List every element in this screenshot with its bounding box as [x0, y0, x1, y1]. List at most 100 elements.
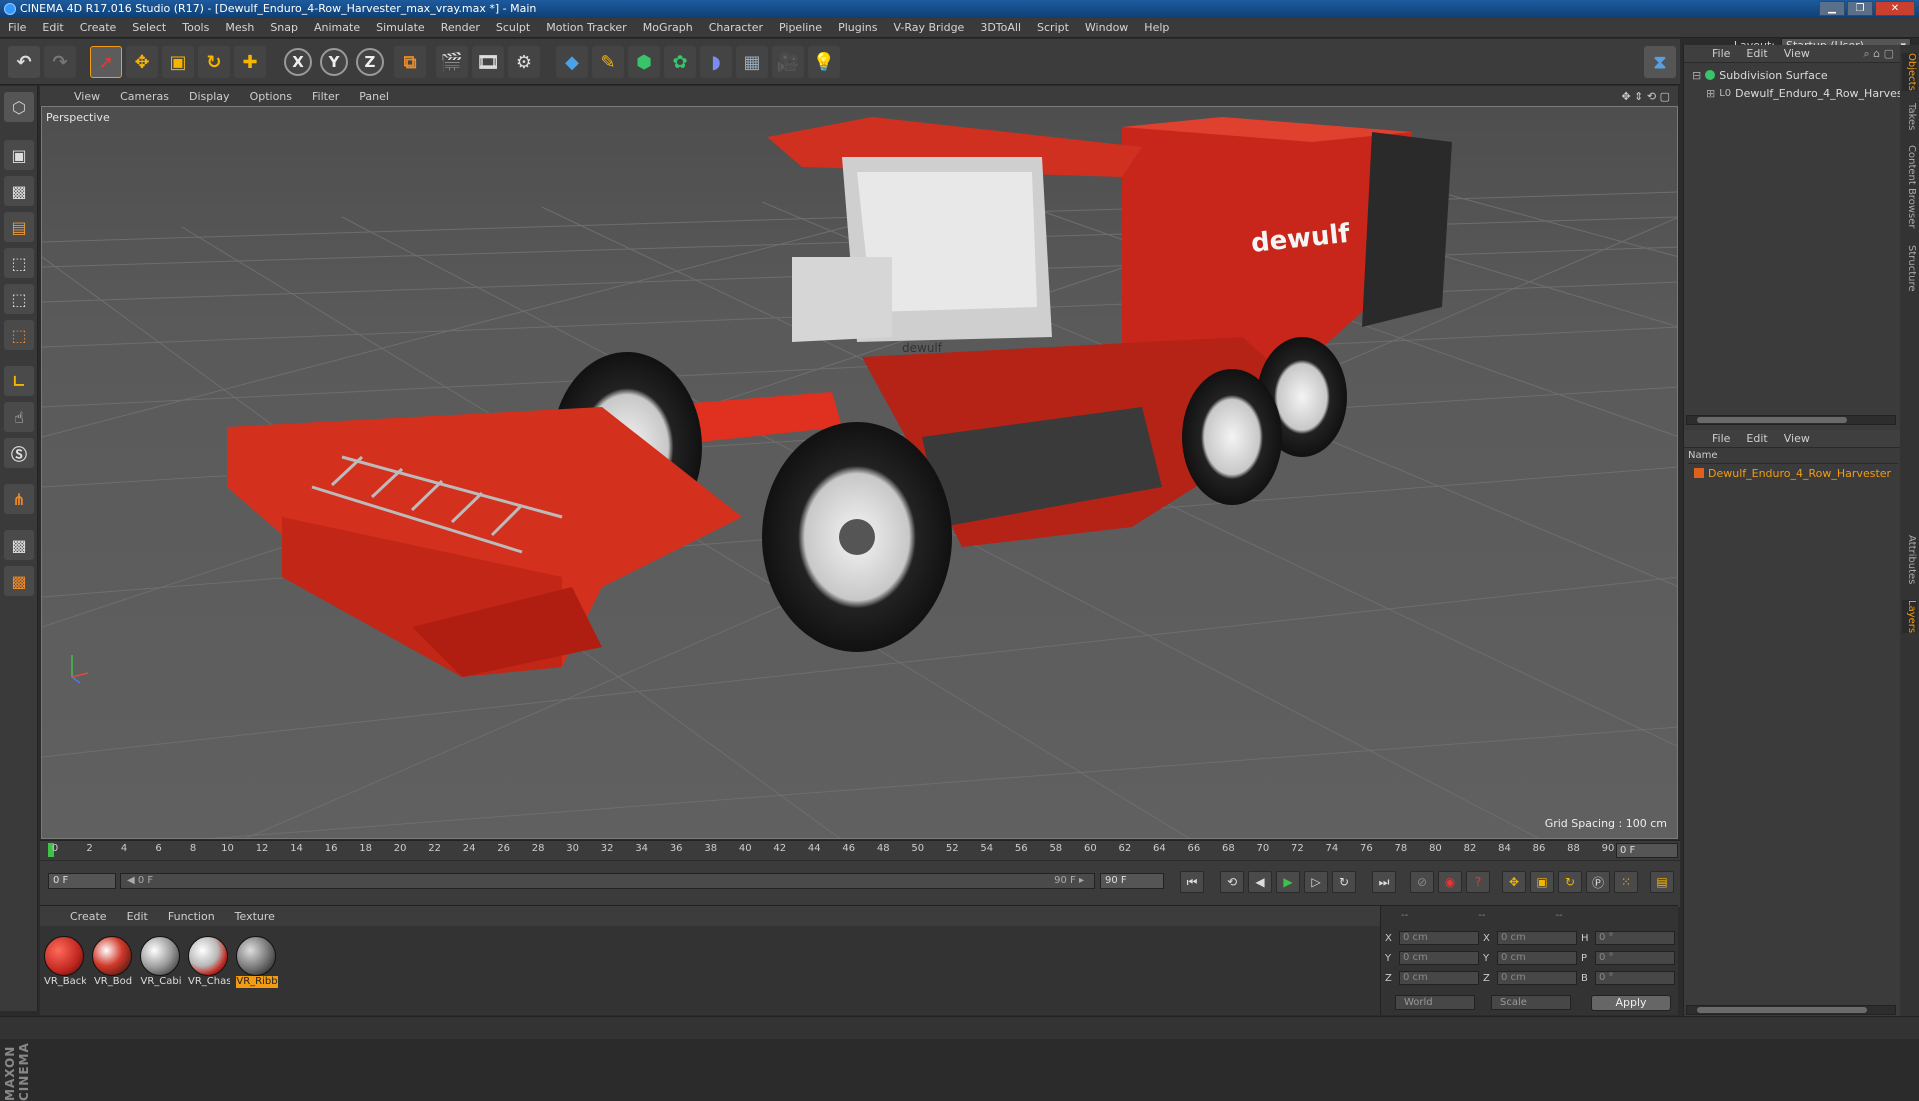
camera-icon[interactable]: 🎥	[772, 46, 804, 78]
next-key-button[interactable]: ↻	[1332, 871, 1356, 893]
rotation-b-field[interactable]: 0 °	[1595, 971, 1675, 985]
timeline-window-icon[interactable]: ▤	[1650, 871, 1674, 893]
timeline-ruler[interactable]: 0 2 4 6 8 10 12 14 16 18 20 22 24 26 28 30 32 34 36 38 40 42 4…	[40, 840, 1680, 860]
side-tab-attributes[interactable]: Attributes	[1902, 535, 1917, 584]
scrollbar-thumb[interactable]	[1697, 1007, 1867, 1013]
position-y-field[interactable]: 0 cm	[1399, 951, 1479, 965]
menu-script[interactable]: Script	[1029, 21, 1077, 34]
end-frame-field[interactable]: 90 F	[1100, 873, 1164, 889]
objects-menu-edit[interactable]: Edit	[1738, 47, 1775, 60]
axis-mode-icon[interactable]: ∟	[4, 366, 34, 396]
layers-menu-edit[interactable]: Edit	[1738, 432, 1775, 445]
coordinate-system-icon[interactable]: ⧉	[394, 46, 426, 78]
key-position-icon[interactable]: ✥	[1502, 871, 1526, 893]
magnet-icon[interactable]: ⋔	[4, 484, 34, 514]
menu-tools[interactable]: Tools	[174, 21, 217, 34]
side-tab-content-browser[interactable]: Content Browser	[1902, 145, 1917, 228]
menu-plugins[interactable]: Plugins	[830, 21, 885, 34]
render-picture-viewer-icon[interactable]: 🎞	[472, 46, 504, 78]
size-z-field[interactable]: 0 cm	[1497, 971, 1577, 985]
go-to-start-button[interactable]: ⏮	[1180, 871, 1204, 893]
key-parameter-icon[interactable]: Ⓟ	[1586, 871, 1610, 893]
objects-horizontal-scrollbar[interactable]	[1686, 415, 1896, 425]
menu-pipeline[interactable]: Pipeline	[771, 21, 830, 34]
perspective-viewport[interactable]: dewulf dewulf Perspective Grid Spacing:…	[41, 106, 1678, 839]
coordinate-mode-dropdown[interactable]: World	[1395, 995, 1475, 1010]
material-menu-function[interactable]: Function	[158, 910, 225, 923]
object-row-harvester[interactable]: ⊞ L0 Dewulf_Enduro_4_Row_Harvester	[1706, 85, 1918, 101]
frame-range-slider[interactable]: ◀ 0 F 90 F ▸	[120, 873, 1095, 889]
rotation-h-field[interactable]: 0 °	[1595, 931, 1675, 945]
position-z-field[interactable]: 0 cm	[1399, 971, 1479, 985]
objects-menu-view[interactable]: View	[1776, 47, 1818, 60]
z-axis-lock-button[interactable]: Z	[356, 48, 384, 76]
undo-icon[interactable]: ↶	[8, 46, 40, 78]
lock-workplane-icon[interactable]: ▩	[4, 530, 34, 560]
side-tab-layers[interactable]: Layers	[1902, 600, 1917, 634]
key-rotation-icon[interactable]: ↻	[1558, 871, 1582, 893]
side-tab-takes[interactable]: Takes	[1902, 103, 1917, 130]
autokey-icon[interactable]: ◉	[1438, 871, 1462, 893]
key-pla-icon[interactable]: ⁙	[1614, 871, 1638, 893]
workplane-mode-icon[interactable]: ▤	[4, 212, 34, 242]
material-swatch-vr-cabi[interactable]: VR_Cabi	[140, 936, 182, 990]
go-to-end-button[interactable]: ⏭	[1372, 871, 1396, 893]
pen-spline-icon[interactable]: ✎	[592, 46, 624, 78]
render-view-icon[interactable]: 🎬	[436, 46, 468, 78]
menu-mograph[interactable]: MoGraph	[635, 21, 701, 34]
tweak-mode-icon[interactable]: ☝	[4, 402, 34, 432]
edges-mode-icon[interactable]: ⬚	[4, 284, 34, 314]
side-tab-structure[interactable]: Structure	[1902, 245, 1917, 292]
points-mode-icon[interactable]: ⬚	[4, 248, 34, 278]
maximize-button[interactable]: ❐	[1847, 1, 1873, 16]
python-script-icon[interactable]: ⧗	[1644, 46, 1676, 78]
menu-mesh[interactable]: Mesh	[217, 21, 262, 34]
render-settings-icon[interactable]: ⚙	[508, 46, 540, 78]
menu-window[interactable]: Window	[1077, 21, 1136, 34]
viewport-menu-view[interactable]: View	[64, 90, 110, 103]
viewport-menu-display[interactable]: Display	[179, 90, 240, 103]
menu-select[interactable]: Select	[124, 21, 174, 34]
collapse-icon[interactable]: ⊟	[1692, 69, 1701, 82]
menu-create[interactable]: Create	[72, 21, 125, 34]
viewport-menu-options[interactable]: Options	[240, 90, 302, 103]
start-frame-field[interactable]: 0 F	[48, 873, 116, 889]
scrollbar-thumb[interactable]	[1697, 417, 1847, 423]
viewport-menu-filter[interactable]: Filter	[302, 90, 349, 103]
transform-tool-icon[interactable]: ✚	[234, 46, 266, 78]
snapping-icon[interactable]: Ⓢ	[4, 438, 34, 468]
light-icon[interactable]: 💡	[808, 46, 840, 78]
material-swatch-vr-back[interactable]: VR_Back	[44, 936, 86, 990]
size-x-field[interactable]: 0 cm	[1497, 931, 1577, 945]
minimize-button[interactable]: ▁	[1819, 1, 1845, 16]
menu-render[interactable]: Render	[433, 21, 488, 34]
material-menu-create[interactable]: Create	[60, 910, 117, 923]
menu-vray-bridge[interactable]: V-Ray Bridge	[885, 21, 972, 34]
viewport-nav-icons[interactable]: ✥ ⇕ ⟲ ▢	[1621, 90, 1678, 103]
position-x-field[interactable]: 0 cm	[1399, 931, 1479, 945]
apply-button[interactable]: Apply	[1591, 995, 1671, 1011]
rotation-p-field[interactable]: 0 °	[1595, 951, 1675, 965]
expand-icon[interactable]: ⊞	[1706, 87, 1715, 100]
menu-3dtoall[interactable]: 3DToAll	[972, 21, 1029, 34]
polygons-mode-icon[interactable]: ⬚	[4, 320, 34, 350]
next-frame-button[interactable]: ▷	[1304, 871, 1328, 893]
menu-snap[interactable]: Snap	[262, 21, 306, 34]
planar-workplane-icon[interactable]: ▩	[4, 566, 34, 596]
material-swatch-vr-bod[interactable]: VR_Bod	[92, 936, 134, 990]
x-axis-lock-button[interactable]: X	[284, 48, 312, 76]
layers-horizontal-scrollbar[interactable]	[1686, 1005, 1896, 1015]
y-axis-lock-button[interactable]: Y	[320, 48, 348, 76]
texture-mode-icon[interactable]: ▩	[4, 176, 34, 206]
menu-animate[interactable]: Animate	[306, 21, 368, 34]
keyframe-selection-icon[interactable]: ?	[1466, 871, 1490, 893]
layers-menu-file[interactable]: File	[1704, 432, 1738, 445]
size-y-field[interactable]: 0 cm	[1497, 951, 1577, 965]
current-frame-field[interactable]: 0 F	[1616, 843, 1678, 858]
previous-frame-button[interactable]: ◀	[1248, 871, 1272, 893]
menu-help[interactable]: Help	[1136, 21, 1177, 34]
viewport-menu-panel[interactable]: Panel	[349, 90, 399, 103]
layers-menu-view[interactable]: View	[1776, 432, 1818, 445]
menu-file[interactable]: File	[0, 21, 34, 34]
objects-menu-file[interactable]: File	[1704, 47, 1738, 60]
